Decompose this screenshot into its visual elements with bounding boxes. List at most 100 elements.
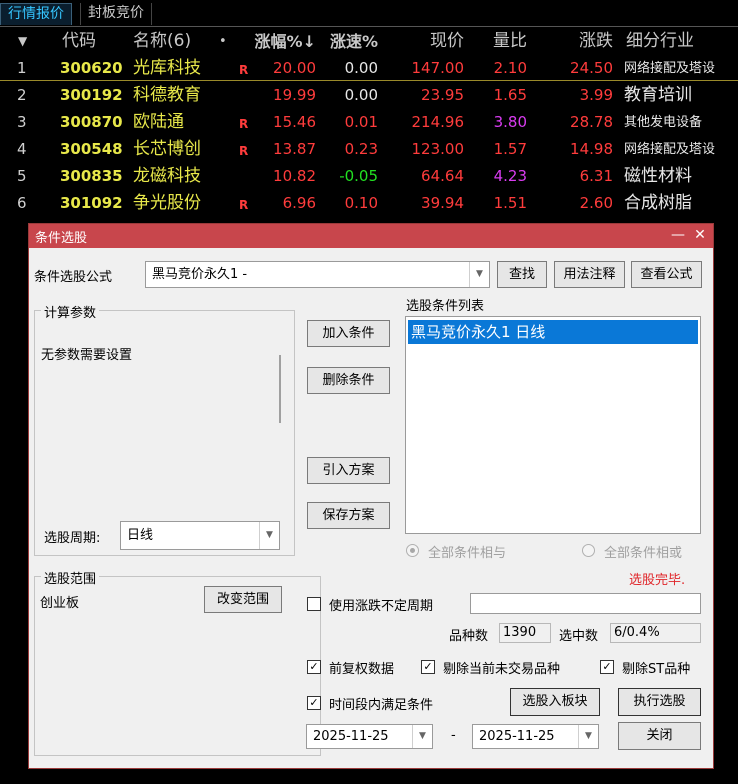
condition-list[interactable]: 黑马竞价永久1 日线 bbox=[405, 316, 701, 534]
stock-code: 300548 bbox=[60, 140, 123, 158]
close-button[interactable]: 关闭 bbox=[618, 722, 701, 750]
range-group-title: 选股范围 bbox=[41, 568, 100, 587]
date-from-value: 2025-11-25 bbox=[313, 729, 389, 744]
industry-value: 网络接配及塔设 bbox=[624, 142, 716, 157]
params-group: 计算参数 无参数需要设置 选股周期: 日线 ▼ bbox=[34, 302, 295, 556]
params-group-title: 计算参数 bbox=[41, 302, 100, 321]
close-icon[interactable]: ✕ bbox=[691, 224, 709, 246]
selected-label: 选中数 bbox=[559, 629, 599, 644]
exclude-st-checkbox[interactable]: ✓ bbox=[600, 660, 614, 674]
add-condition-button[interactable]: 加入条件 bbox=[307, 320, 390, 347]
chevron-down-icon[interactable]: ▼ bbox=[412, 725, 432, 748]
header-ratio[interactable]: 量比 bbox=[465, 28, 527, 55]
add-to-block-button[interactable]: 选股入板块 bbox=[510, 688, 600, 716]
exclude-st-label: 剔除ST品种 bbox=[622, 662, 691, 677]
speed-value: 0.01 bbox=[344, 113, 378, 131]
radio-and-label: 全部条件相与 bbox=[428, 546, 507, 561]
radio-and[interactable] bbox=[406, 544, 419, 557]
pct-change: 10.82 bbox=[273, 167, 316, 185]
table-row[interactable]: 2 300192 科德教育 19.99 0.00 23.95 1.65 3.99… bbox=[0, 82, 738, 109]
selected-value: 6/0.4% bbox=[610, 623, 701, 643]
volume-ratio: 1.57 bbox=[493, 140, 527, 158]
table-row[interactable]: 3 300870 欧陆通 R 15.46 0.01 214.96 3.80 28… bbox=[0, 109, 738, 136]
industry-value: 合成树脂 bbox=[624, 193, 692, 213]
condition-stock-picker-dialog: 条件选股 — ✕ 条件选股公式 黑马竞价永久1 - ▼ 查找 用法注释 查看公式… bbox=[28, 223, 714, 769]
use-period-label: 使用涨跌不定周期 bbox=[329, 599, 434, 614]
industry-value: 磁性材料 bbox=[624, 166, 692, 186]
header-name[interactable]: 名称(6) bbox=[133, 28, 233, 55]
condition-list-title: 选股条件列表 bbox=[406, 299, 485, 314]
tab-quotes[interactable]: 行情报价 bbox=[0, 3, 72, 25]
chevron-down-icon[interactable]: ▼ bbox=[469, 262, 489, 287]
stock-name: 欧陆通 bbox=[133, 112, 184, 132]
usage-notes-button[interactable]: 用法注释 bbox=[554, 261, 625, 288]
status-text: 选股完毕. bbox=[629, 573, 686, 588]
volume-ratio: 2.10 bbox=[493, 59, 527, 77]
tab-bar: 行情报价 封板竞价 bbox=[0, 0, 738, 27]
stock-name: 长芯博创 bbox=[133, 139, 201, 159]
header-code[interactable]: 代码 bbox=[62, 28, 126, 55]
view-formula-button[interactable]: 查看公式 bbox=[631, 261, 702, 288]
header-industry[interactable]: 细分行业 bbox=[626, 28, 738, 55]
speed-value: 0.00 bbox=[344, 86, 378, 104]
pct-change: 15.46 bbox=[273, 113, 316, 131]
volume-ratio: 1.65 bbox=[493, 86, 527, 104]
time-range-label: 时间段内满足条件 bbox=[329, 698, 434, 713]
delete-condition-button[interactable]: 删除条件 bbox=[307, 367, 390, 394]
header-pct[interactable]: 涨幅%↓ bbox=[246, 28, 316, 55]
find-button[interactable]: 查找 bbox=[497, 261, 547, 288]
header-change[interactable]: 涨跌 bbox=[535, 28, 613, 55]
stock-code: 300835 bbox=[60, 167, 123, 185]
industry-value: 其他发电设备 bbox=[624, 115, 703, 130]
table-row[interactable]: 4 300548 长芯博创 R 13.87 0.23 123.00 1.57 1… bbox=[0, 136, 738, 163]
row-index: 6 bbox=[17, 194, 27, 212]
table-row[interactable]: 6 301092 争光股份 R 6.96 0.10 39.94 1.51 2.6… bbox=[0, 190, 738, 217]
dialog-title-bar[interactable]: 条件选股 — ✕ bbox=[29, 224, 713, 248]
change-value: 6.31 bbox=[579, 167, 613, 185]
tab-limit-auction[interactable]: 封板竞价 bbox=[80, 3, 152, 25]
row-index: 3 bbox=[17, 113, 27, 131]
header-price[interactable]: 现价 bbox=[380, 28, 464, 55]
sort-down-icon[interactable]: ▼ bbox=[18, 28, 48, 55]
stock-name: 龙磁科技 bbox=[133, 166, 201, 186]
date-from-picker[interactable]: 2025-11-25 ▼ bbox=[306, 724, 433, 749]
dialog-title: 条件选股 bbox=[35, 231, 88, 246]
import-plan-button[interactable]: 引入方案 bbox=[307, 457, 390, 484]
radio-or[interactable] bbox=[582, 544, 595, 557]
volume-ratio: 3.80 bbox=[493, 113, 527, 131]
formula-select[interactable]: 黑马竞价永久1 - ▼ bbox=[145, 261, 490, 288]
period-select[interactable]: 日线 ▼ bbox=[120, 521, 280, 550]
pct-change: 19.99 bbox=[273, 86, 316, 104]
stock-name: 光库科技 bbox=[133, 58, 201, 78]
quote-table-header: ▼ 代码 名称(6) • 涨幅%↓ 涨速% 现价 量比 涨跌 细分行业 bbox=[0, 28, 738, 55]
price-value: 147.00 bbox=[411, 59, 465, 77]
exclude-untraded-checkbox[interactable]: ✓ bbox=[421, 660, 435, 674]
pct-change: 6.96 bbox=[282, 194, 316, 212]
save-plan-button[interactable]: 保存方案 bbox=[307, 502, 390, 529]
date-to-value: 2025-11-25 bbox=[479, 729, 555, 744]
execute-selection-button[interactable]: 执行选股 bbox=[618, 688, 701, 716]
header-speed[interactable]: 涨速% bbox=[316, 28, 378, 55]
table-row[interactable]: 5 300835 龙磁科技 10.82 -0.05 64.64 4.23 6.3… bbox=[0, 163, 738, 190]
change-range-button[interactable]: 改变范围 bbox=[204, 586, 282, 613]
row-index: 2 bbox=[17, 86, 27, 104]
use-period-checkbox[interactable] bbox=[307, 597, 321, 611]
date-to-picker[interactable]: 2025-11-25 ▼ bbox=[472, 724, 599, 749]
adjusted-data-checkbox[interactable]: ✓ bbox=[307, 660, 321, 674]
price-value: 39.94 bbox=[421, 194, 464, 212]
params-scrollbar[interactable] bbox=[279, 355, 281, 423]
table-row[interactable]: 1 300620 光库科技 R 20.00 0.00 147.00 2.10 2… bbox=[0, 55, 738, 82]
time-range-checkbox[interactable]: ✓ bbox=[307, 696, 321, 710]
chevron-down-icon[interactable]: ▼ bbox=[259, 522, 279, 549]
range-group: 选股范围 创业板 改变范围 bbox=[34, 568, 321, 756]
header-dot: • bbox=[219, 34, 227, 49]
row-index: 1 bbox=[17, 59, 27, 77]
pct-change: 13.87 bbox=[273, 140, 316, 158]
stock-code: 300870 bbox=[60, 113, 123, 131]
minimize-icon[interactable]: — bbox=[669, 224, 687, 246]
period-input[interactable] bbox=[470, 593, 701, 614]
chevron-down-icon[interactable]: ▼ bbox=[578, 725, 598, 748]
list-item[interactable]: 黑马竞价永久1 日线 bbox=[408, 320, 698, 344]
date-separator: - bbox=[451, 728, 456, 743]
count-label: 品种数 bbox=[449, 629, 489, 644]
